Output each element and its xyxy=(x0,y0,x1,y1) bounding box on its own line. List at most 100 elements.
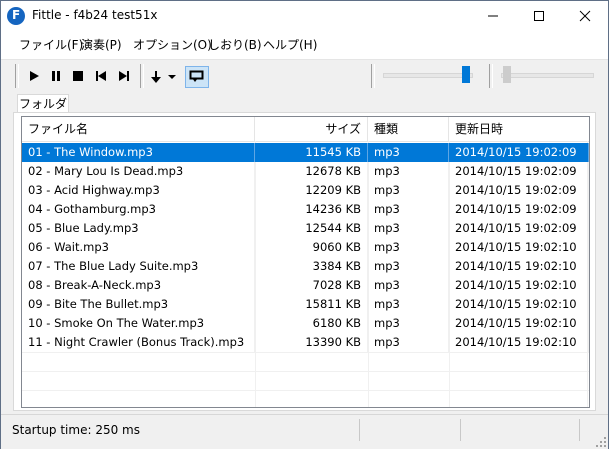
cell-filename: 06 - Wait.mp3 xyxy=(22,238,255,257)
menu-file[interactable]: ファイル(F) xyxy=(19,31,83,59)
menu-options[interactable]: オプション(O) xyxy=(133,31,212,59)
title-bar[interactable]: Fittle - f4b24 test51x xyxy=(1,1,608,31)
stop-button[interactable] xyxy=(69,65,87,87)
cell-size: 14236 KB xyxy=(255,200,368,219)
cell-type: mp3 xyxy=(368,295,449,314)
stop-icon xyxy=(73,71,83,81)
cell-filename: 03 - Acid Highway.mp3 xyxy=(22,181,255,200)
status-separator xyxy=(359,419,360,441)
cell-modified: 2014/10/15 19:02:09 xyxy=(449,219,589,238)
toolbar-separator xyxy=(15,64,19,88)
play-button[interactable] xyxy=(25,65,43,87)
cell-filename: 05 - Blue Lady.mp3 xyxy=(22,219,255,238)
menu-bookmarks[interactable]: しおり(B) xyxy=(208,31,262,59)
table-row[interactable]: 05 - Blue Lady.mp3 12544 KB mp3 2014/10/15 … xyxy=(22,219,589,238)
app-logo-icon xyxy=(7,7,25,25)
table-row[interactable]: 09 - Bite The Bullet.mp3 15811 KB mp3 2014/… xyxy=(22,295,589,314)
empty-row-gridline xyxy=(22,390,589,391)
cell-modified: 2014/10/15 19:02:10 xyxy=(449,314,589,333)
minimize-button[interactable] xyxy=(470,1,516,31)
toolbar-separator xyxy=(371,64,375,88)
column-header-modified[interactable]: 更新日時 xyxy=(449,117,589,141)
seek-slider[interactable] xyxy=(501,73,594,78)
cell-type: mp3 xyxy=(368,162,449,181)
maximize-button[interactable] xyxy=(516,1,562,31)
download-button[interactable] xyxy=(147,65,165,87)
cell-modified: 2014/10/15 19:02:10 xyxy=(449,333,589,352)
status-separator xyxy=(579,419,580,441)
cell-type: mp3 xyxy=(368,219,449,238)
cell-type: mp3 xyxy=(368,276,449,295)
cell-size: 12209 KB xyxy=(255,181,368,200)
volume-slider[interactable] xyxy=(383,73,473,78)
cell-filename: 07 - The Blue Lady Suite.mp3 xyxy=(22,257,255,276)
download-icon xyxy=(151,71,161,83)
cell-filename: 02 - Mary Lou Is Dead.mp3 xyxy=(22,162,255,181)
menu-play[interactable]: 演奏(P) xyxy=(81,31,122,59)
next-icon xyxy=(119,71,129,81)
status-separator xyxy=(460,419,461,441)
cell-size: 11545 KB xyxy=(255,143,368,162)
cell-type: mp3 xyxy=(368,238,449,257)
column-header-type[interactable]: 種類 xyxy=(368,117,449,141)
dropdown-arrow-icon xyxy=(168,75,176,79)
column-header-size[interactable]: サイズ xyxy=(255,117,368,141)
cell-type: mp3 xyxy=(368,181,449,200)
cell-modified: 2014/10/15 19:02:10 xyxy=(449,295,589,314)
toolbar-separator xyxy=(489,64,493,88)
cell-type: mp3 xyxy=(368,143,449,162)
table-row[interactable]: 08 - Break-A-Neck.mp3 7028 KB mp3 2014/10/1… xyxy=(22,276,589,295)
previous-button[interactable] xyxy=(92,65,110,87)
cell-filename: 11 - Night Crawler (Bonus Track).mp3 xyxy=(22,333,255,352)
cell-modified: 2014/10/15 19:02:10 xyxy=(449,238,589,257)
cell-filename: 08 - Break-A-Neck.mp3 xyxy=(22,276,255,295)
file-list[interactable]: ファイル名 サイズ 種類 更新日時 01 - The Window.mp3 115… xyxy=(21,116,590,408)
seek-slider-thumb[interactable] xyxy=(503,66,511,83)
pause-button[interactable] xyxy=(47,65,65,87)
maximize-icon xyxy=(534,11,544,21)
cell-size: 12678 KB xyxy=(255,162,368,181)
table-row[interactable]: 10 - Smoke On The Water.mp3 6180 KB mp3 201… xyxy=(22,314,589,333)
cell-filename: 10 - Smoke On The Water.mp3 xyxy=(22,314,255,333)
minimize-icon xyxy=(488,15,498,17)
cell-type: mp3 xyxy=(368,200,449,219)
menu-bar: ファイル(F) 演奏(P) オプション(O) しおり(B) ヘルプ(H) xyxy=(1,31,608,59)
repeat-button[interactable] xyxy=(185,66,209,88)
volume-slider-thumb[interactable] xyxy=(462,66,470,83)
cell-modified: 2014/10/15 19:02:09 xyxy=(449,200,589,219)
table-row[interactable]: 06 - Wait.mp3 9060 KB mp3 2014/10/15 19:02:… xyxy=(22,238,589,257)
table-row[interactable]: 02 - Mary Lou Is Dead.mp3 12678 KB mp3 2014… xyxy=(22,162,589,181)
folder-panel: ファイル名 サイズ 種類 更新日時 01 - The Window.mp3 115… xyxy=(13,112,596,411)
table-row[interactable]: 03 - Acid Highway.mp3 12209 KB mp3 2014/10/… xyxy=(22,181,589,200)
cell-size: 12544 KB xyxy=(255,219,368,238)
cell-type: mp3 xyxy=(368,257,449,276)
table-row[interactable]: 11 - Night Crawler (Bonus Track).mp3 1339… xyxy=(22,333,589,352)
close-button[interactable] xyxy=(562,1,608,31)
tab-folder[interactable]: フォルダ xyxy=(17,94,69,114)
cell-size: 15811 KB xyxy=(255,295,368,314)
cell-modified: 2014/10/15 19:02:10 xyxy=(449,257,589,276)
repeat-icon xyxy=(189,70,204,82)
empty-row-gridline xyxy=(22,352,589,353)
column-header-filename[interactable]: ファイル名 xyxy=(22,117,255,141)
play-icon xyxy=(30,71,39,81)
cell-type: mp3 xyxy=(368,333,449,352)
cell-size: 13390 KB xyxy=(255,333,368,352)
cell-filename: 04 - Gothamburg.mp3 xyxy=(22,200,255,219)
status-bar: Startup time: 250 ms xyxy=(1,414,608,449)
resize-grip-icon[interactable] xyxy=(596,437,606,447)
download-dropdown-button[interactable] xyxy=(167,65,177,87)
next-button[interactable] xyxy=(115,65,133,87)
table-row[interactable]: 07 - The Blue Lady Suite.mp3 3384 KB mp3 20… xyxy=(22,257,589,276)
cell-modified: 2014/10/15 19:02:09 xyxy=(449,162,589,181)
list-header: ファイル名 サイズ 種類 更新日時 xyxy=(22,117,589,142)
app-window: Fittle - f4b24 test51x ファイル(F) 演奏(P) オプシ… xyxy=(0,0,609,449)
table-row[interactable]: 01 - The Window.mp3 11545 KB mp3 2014/10/15… xyxy=(22,143,589,162)
close-icon xyxy=(579,10,591,22)
pause-icon xyxy=(52,71,60,81)
cell-modified: 2014/10/15 19:02:09 xyxy=(449,181,589,200)
toolbar-separator xyxy=(140,64,144,88)
menu-help[interactable]: ヘルプ(H) xyxy=(263,31,317,59)
table-row[interactable]: 04 - Gothamburg.mp3 14236 KB mp3 2014/10/15… xyxy=(22,200,589,219)
cell-size: 3384 KB xyxy=(255,257,368,276)
